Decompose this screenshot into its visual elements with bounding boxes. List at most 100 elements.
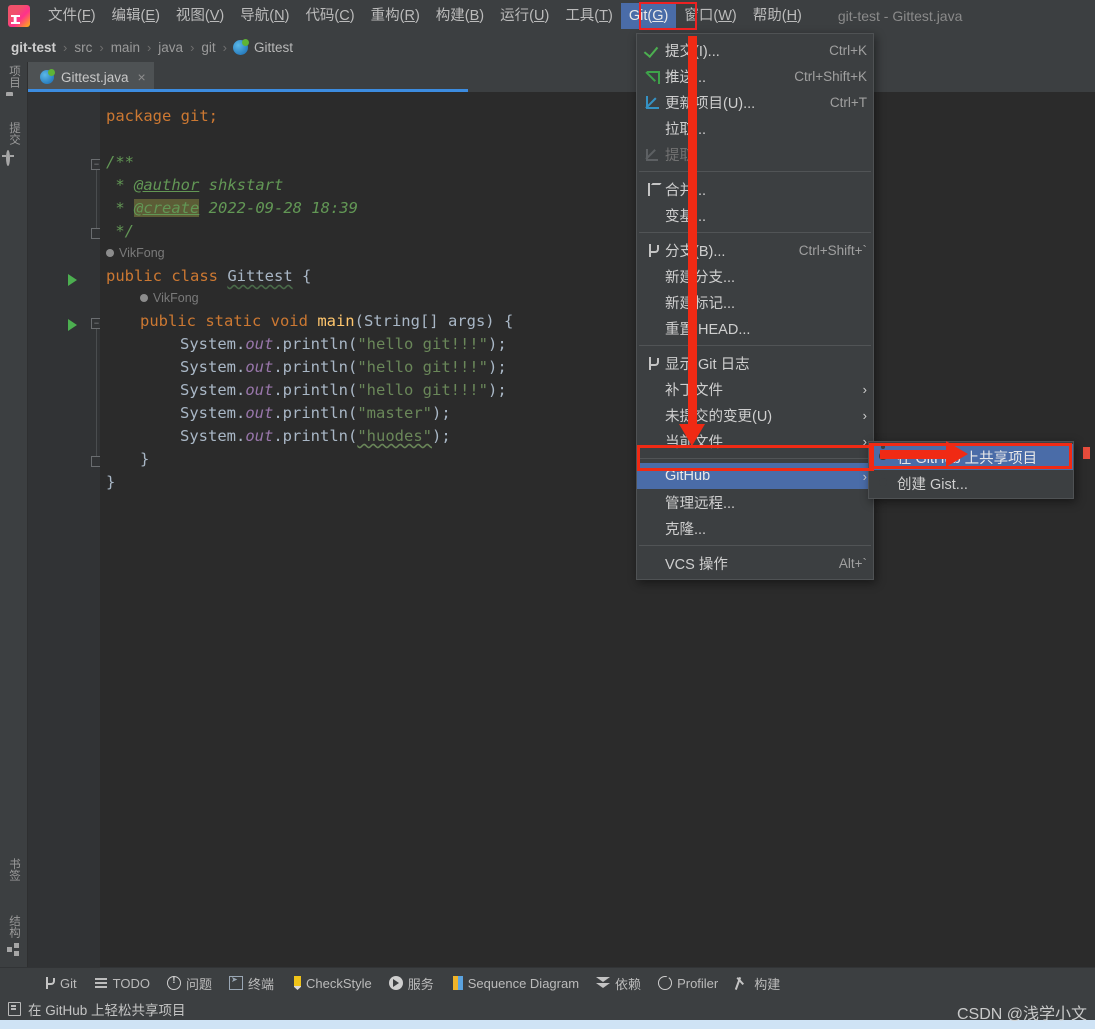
breadcrumb-separator: › — [146, 39, 152, 55]
sidebar-item-structure[interactable]: 结构 — [0, 912, 28, 959]
menu-item-commit[interactable]: 提交(I)... Ctrl+K — [637, 37, 873, 63]
chevron-right-icon: › — [862, 407, 867, 423]
menu-help[interactable]: 帮助(H) — [745, 3, 810, 29]
menu-item-new-branch[interactable]: 新建分支... — [637, 263, 873, 289]
tool-window-build[interactable]: 构建 — [728, 972, 787, 995]
tool-window-terminal[interactable]: 终端 — [222, 972, 281, 995]
run-class-icon[interactable] — [66, 273, 80, 287]
sequence-icon — [452, 976, 463, 990]
sidebar-item-commit[interactable]: 提交 — [0, 119, 28, 176]
menu-run[interactable]: 运行(U) — [492, 3, 557, 29]
tool-window-checkstyle[interactable]: CheckStyle — [284, 974, 379, 993]
menu-bar: 文件(F) 编辑(E) 视图(V) 导航(N) 代码(C) 重构(R) 构建(B… — [0, 0, 1095, 32]
menu-edit[interactable]: 编辑(E) — [104, 3, 168, 29]
git-log-icon — [643, 355, 665, 371]
tool-window-todo[interactable]: TODO — [87, 974, 157, 993]
git-dropdown-menu[interactable]: 提交(I)... Ctrl+K 推送... Ctrl+Shift+K 更新项目(… — [636, 33, 874, 580]
github-octocat-icon — [875, 475, 897, 491]
breadcrumb-item-class[interactable]: Gittest — [253, 40, 294, 55]
menu-item-show-git-log[interactable]: 显示 Git 日志 — [637, 350, 873, 376]
push-arrow-icon — [643, 68, 665, 84]
git-icon — [41, 976, 55, 990]
green-check-icon — [643, 42, 665, 58]
code-line-15: } — [106, 473, 116, 491]
close-icon[interactable]: × — [138, 69, 146, 85]
menu-item-reset-head[interactable]: 重置 HEAD... — [637, 315, 873, 341]
menu-item-clone[interactable]: 克隆... — [637, 515, 873, 541]
sidebar-item-project[interactable]: 项目 — [0, 62, 28, 119]
status-bar: 在 GitHub 上轻松共享项目 — [0, 998, 1095, 1020]
services-icon — [388, 976, 403, 990]
editor-gutter[interactable] — [28, 92, 100, 967]
tool-window-sequence-diagram[interactable]: Sequence Diagram — [444, 974, 586, 993]
tab-label: Gittest.java — [61, 69, 129, 85]
menu-item-update-project[interactable]: 更新项目(U)... Ctrl+T — [637, 89, 873, 115]
code-editor[interactable]: 1 2 3 4 5 6 7 8 9 10 11 12 13 14 15 16 −… — [28, 92, 1095, 967]
tool-window-dependencies[interactable]: 依赖 — [589, 972, 648, 995]
code-line-1: package git; — [106, 106, 218, 126]
menu-git[interactable]: Git(G) — [620, 3, 677, 29]
code-line-13: System.out.println("huodes"); — [180, 427, 451, 445]
dependencies-icon — [596, 976, 611, 990]
menu-file[interactable]: 文件(F) — [40, 3, 104, 29]
problems-icon — [166, 975, 181, 990]
menu-refactor[interactable]: 重构(R) — [363, 3, 428, 29]
vcs-author-annotation: VikFong — [140, 291, 199, 305]
breadcrumb-item-main[interactable]: main — [110, 40, 141, 55]
method-name-main: main — [317, 312, 355, 330]
submenu-item-create-gist[interactable]: 创建 Gist... — [869, 470, 1073, 496]
menu-separator — [639, 545, 871, 546]
menu-navigate[interactable]: 导航(N) — [232, 3, 297, 29]
code-line-9: System.out.println("hello git!!!"); — [180, 335, 507, 353]
error-stripe-marker[interactable] — [1083, 447, 1090, 459]
menu-separator — [639, 345, 871, 346]
annotation-arrow-down — [679, 36, 705, 446]
menu-item-push[interactable]: 推送... Ctrl+Shift+K — [637, 63, 873, 89]
tip-icon — [8, 1002, 21, 1016]
no-icon — [643, 381, 665, 397]
terminal-icon — [228, 975, 243, 990]
code-line-6: */ — [106, 222, 134, 240]
status-message: 在 GitHub 上轻松共享项目 — [28, 1003, 186, 1018]
javadoc-create-tag: @create — [134, 199, 200, 217]
breadcrumb-item-java[interactable]: java — [157, 40, 184, 55]
editor-tab-gittest[interactable]: Gittest.java × — [28, 62, 154, 92]
breadcrumb-item-src[interactable]: src — [73, 40, 93, 55]
menu-item-vcs-operations[interactable]: VCS 操作 Alt+` — [637, 550, 873, 576]
menu-view[interactable]: 视图(V) — [168, 3, 232, 29]
breadcrumb-item-project[interactable]: git-test — [10, 40, 57, 55]
menu-item-pull[interactable]: 拉取... — [637, 115, 873, 141]
code-line-4: * @author shkstart — [106, 176, 284, 194]
fold-region-line — [96, 170, 97, 228]
chevron-right-icon: › — [862, 381, 867, 397]
merge-icon — [643, 181, 665, 197]
menu-build[interactable]: 构建(B) — [428, 3, 492, 29]
java-class-icon — [233, 38, 250, 55]
todo-icon — [94, 976, 108, 990]
tool-window-services[interactable]: 服务 — [382, 972, 441, 995]
code-line-3: /** — [106, 153, 134, 171]
sidebar-item-bookmarks[interactable]: 书签 — [0, 855, 28, 912]
menu-window[interactable]: 窗口(W) — [676, 3, 744, 29]
code-text-area[interactable]: package git; /** * @author shkstart * @c… — [100, 92, 1095, 967]
menu-item-manage-remotes[interactable]: 管理远程... — [637, 489, 873, 515]
tool-window-git[interactable]: Git — [34, 974, 84, 993]
menu-tools[interactable]: 工具(T) — [557, 3, 621, 29]
menu-item-branches[interactable]: 分支(B)... Ctrl+Shift+` — [637, 237, 873, 263]
menu-code[interactable]: 代码(C) — [297, 3, 362, 29]
breadcrumb-item-git[interactable]: git — [200, 40, 216, 55]
breadcrumb-separator: › — [190, 39, 195, 55]
checkstyle-icon — [293, 976, 301, 990]
menu-item-patch[interactable]: 补丁文件 › — [637, 376, 873, 402]
menu-item-rebase[interactable]: 变基... — [637, 202, 873, 228]
tool-window-bar: Git TODO 问题 终端 CheckStyle 服务 Sequence Di… — [0, 967, 1095, 998]
watermark: CSDN @浅学小文 — [956, 1006, 1087, 1023]
code-line-7: public class Gittest { — [106, 267, 312, 285]
menu-item-merge[interactable]: 合并... — [637, 176, 873, 202]
menu-item-new-tag[interactable]: 新建标记... — [637, 289, 873, 315]
tool-window-problems[interactable]: 问题 — [160, 972, 219, 995]
pull-arrow-icon — [643, 94, 665, 110]
menu-item-uncommitted-changes[interactable]: 未提交的变更(U) › — [637, 402, 873, 428]
tool-window-profiler[interactable]: Profiler — [651, 974, 725, 993]
run-method-icon[interactable] — [66, 318, 80, 332]
